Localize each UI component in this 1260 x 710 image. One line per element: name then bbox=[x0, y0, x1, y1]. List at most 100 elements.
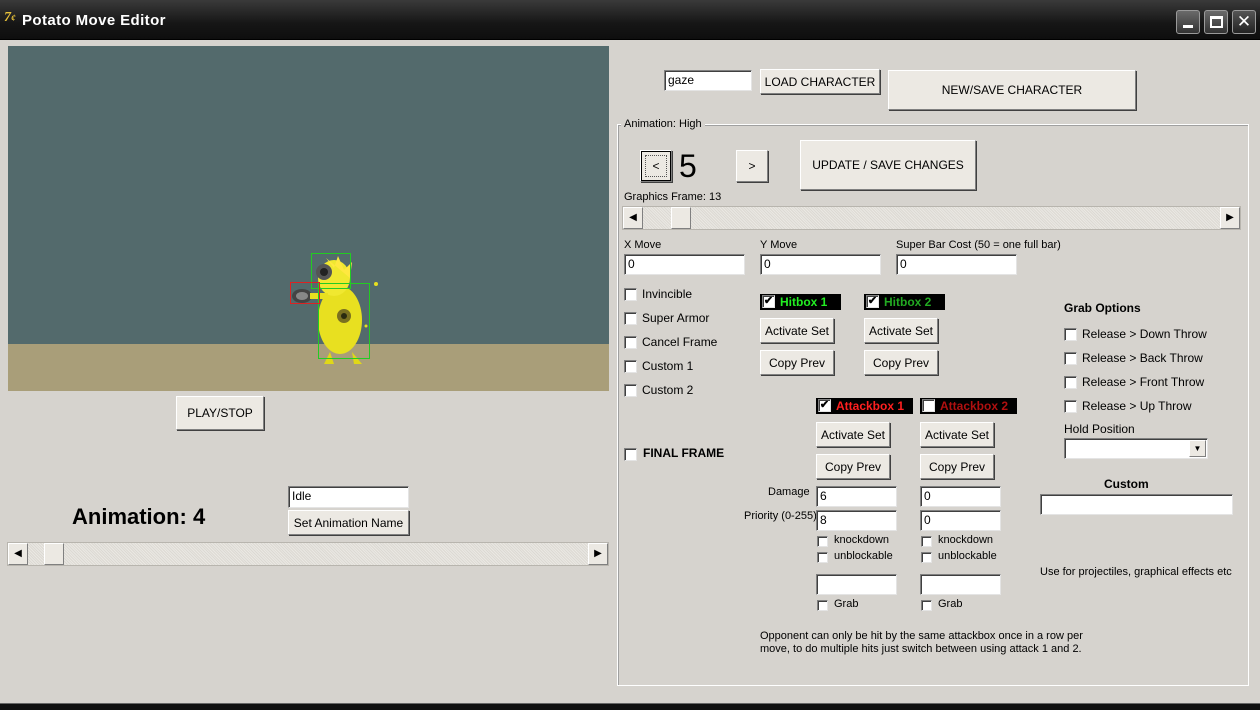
custom-1-checkbox[interactable] bbox=[624, 360, 637, 373]
attackbox-2-knockdown-label: knockdown bbox=[938, 534, 994, 546]
prev-frame-button[interactable]: < bbox=[640, 150, 672, 182]
scroll-right-arrow-icon[interactable]: ▶ bbox=[588, 543, 608, 565]
attackbox-1-grab-checkbox[interactable] bbox=[817, 600, 828, 611]
attackbox bbox=[290, 282, 320, 304]
play-stop-button[interactable]: PLAY/STOP bbox=[176, 396, 264, 430]
x-move-input[interactable]: 0 bbox=[624, 254, 745, 275]
title-bar: 7¢ Potato Move Editor ✕ bbox=[0, 0, 1260, 40]
chevron-right-icon: > bbox=[748, 159, 756, 173]
y-move-label: Y Move bbox=[760, 239, 798, 251]
hitbox-2-toggle[interactable]: ✔ Hitbox 2 bbox=[864, 294, 945, 310]
hitbox-2-copy-prev-button[interactable]: Copy Prev bbox=[864, 350, 938, 375]
groupbox-title: Animation: High bbox=[621, 118, 705, 130]
attackbox-2-unblockable-label: unblockable bbox=[938, 550, 997, 562]
minimize-icon bbox=[1183, 25, 1193, 28]
custom-note: Use for projectiles, graphical effects e… bbox=[1040, 566, 1232, 578]
attackbox-1-knockdown-checkbox[interactable] bbox=[817, 536, 828, 547]
super-armor-label: Super Armor bbox=[642, 311, 710, 325]
hitbox-body bbox=[318, 283, 370, 359]
super-bar-cost-input[interactable]: 0 bbox=[896, 254, 1017, 275]
new-save-character-button[interactable]: NEW/SAVE CHARACTER bbox=[888, 70, 1136, 110]
attackbox-1-grab-label: Grab bbox=[834, 598, 859, 610]
invincible-checkbox[interactable] bbox=[624, 288, 637, 301]
final-frame-checkbox[interactable] bbox=[624, 448, 637, 461]
hitbox-2-checkbox[interactable]: ✔ bbox=[866, 295, 879, 308]
custom-title: Custom bbox=[1104, 477, 1149, 491]
preview-canvas bbox=[8, 46, 609, 391]
attackbox-1-priority-input[interactable]: 8 bbox=[816, 510, 897, 531]
close-button[interactable]: ✕ bbox=[1232, 10, 1256, 34]
priority-label: Priority (0-255) bbox=[744, 510, 817, 522]
attackbox-2-grab-label: Grab bbox=[938, 598, 963, 610]
window-title: Potato Move Editor bbox=[22, 12, 166, 29]
attackbox-2-knockdown-checkbox[interactable] bbox=[921, 536, 932, 547]
hitbox-1-copy-prev-button[interactable]: Copy Prev bbox=[760, 350, 834, 375]
chevron-left-icon: < bbox=[645, 155, 667, 177]
attackbox-1-toggle[interactable]: ✔ Attackbox 1 bbox=[816, 398, 913, 414]
attackbox-2-toggle[interactable]: Attackbox 2 bbox=[920, 398, 1017, 414]
maximize-button[interactable] bbox=[1204, 10, 1228, 34]
hold-position-select[interactable]: ▼ bbox=[1064, 438, 1208, 459]
attackbox-1-damage-input[interactable]: 6 bbox=[816, 486, 897, 507]
attackbox-2-extra-input[interactable] bbox=[920, 574, 1001, 595]
grab-up-throw-checkbox[interactable] bbox=[1064, 400, 1077, 413]
attackbox-2-grab-checkbox[interactable] bbox=[921, 600, 932, 611]
grab-front-throw-label: Release > Front Throw bbox=[1082, 375, 1205, 389]
scroll-thumb[interactable] bbox=[44, 543, 64, 565]
attackbox-2-copy-prev-button[interactable]: Copy Prev bbox=[920, 454, 994, 479]
attackbox-1-unblockable-label: unblockable bbox=[834, 550, 893, 562]
hitbox-2-activate-button[interactable]: Activate Set bbox=[864, 318, 938, 343]
hitbox-1-label: Hitbox 1 bbox=[780, 295, 828, 309]
hitbox-1-activate-button[interactable]: Activate Set bbox=[760, 318, 834, 343]
attackbox-2-damage-input[interactable]: 0 bbox=[920, 486, 1001, 507]
hold-position-label: Hold Position bbox=[1064, 422, 1135, 436]
scroll-left-arrow-icon[interactable]: ◀ bbox=[623, 207, 643, 229]
grab-down-throw-checkbox[interactable] bbox=[1064, 328, 1077, 341]
graphics-frame-scrollbar[interactable]: ◀ ▶ bbox=[622, 206, 1241, 230]
attackbox-1-copy-prev-button[interactable]: Copy Prev bbox=[816, 454, 890, 479]
client-area: PLAY/STOP Animation: 4 Idle Set Animatio… bbox=[0, 40, 1260, 704]
grab-back-throw-label: Release > Back Throw bbox=[1082, 351, 1203, 365]
scroll-left-arrow-icon[interactable]: ◀ bbox=[8, 543, 28, 565]
minimize-button[interactable] bbox=[1176, 10, 1200, 34]
cancel-frame-label: Cancel Frame bbox=[642, 335, 718, 349]
close-icon: ✕ bbox=[1236, 12, 1252, 32]
taskbar bbox=[0, 703, 1260, 710]
attackbox-2-activate-button[interactable]: Activate Set bbox=[920, 422, 994, 447]
hitbox-1-checkbox[interactable]: ✔ bbox=[762, 295, 775, 308]
animation-name-input[interactable]: Idle bbox=[288, 486, 409, 508]
attackbox-1-extra-input[interactable] bbox=[816, 574, 897, 595]
attackbox-2-unblockable-checkbox[interactable] bbox=[921, 552, 932, 563]
app-icon: 7¢ bbox=[4, 10, 16, 25]
maximize-icon bbox=[1209, 16, 1223, 28]
cancel-frame-checkbox[interactable] bbox=[624, 336, 637, 349]
grab-back-throw-checkbox[interactable] bbox=[1064, 352, 1077, 365]
scroll-thumb[interactable] bbox=[671, 207, 691, 229]
super-armor-checkbox[interactable] bbox=[624, 312, 637, 325]
invincible-label: Invincible bbox=[642, 287, 693, 301]
attackbox-2-checkbox[interactable] bbox=[922, 399, 935, 412]
attackbox-1-checkbox[interactable]: ✔ bbox=[818, 399, 831, 412]
custom-2-checkbox[interactable] bbox=[624, 384, 637, 397]
grab-front-throw-checkbox[interactable] bbox=[1064, 376, 1077, 389]
custom-1-label: Custom 1 bbox=[642, 359, 694, 373]
chevron-down-icon[interactable]: ▼ bbox=[1189, 440, 1206, 457]
attackbox-1-activate-button[interactable]: Activate Set bbox=[816, 422, 890, 447]
load-character-button[interactable]: LOAD CHARACTER bbox=[760, 69, 880, 94]
y-move-input[interactable]: 0 bbox=[760, 254, 881, 275]
update-save-changes-button[interactable]: UPDATE / SAVE CHANGES bbox=[800, 140, 976, 190]
character-name-input[interactable]: gaze bbox=[664, 70, 752, 91]
animation-scrollbar[interactable]: ◀ ▶ bbox=[7, 542, 609, 566]
next-frame-button[interactable]: > bbox=[736, 150, 768, 182]
hitbox-2-label: Hitbox 2 bbox=[884, 295, 932, 309]
final-frame-label: FINAL FRAME bbox=[643, 446, 725, 460]
attackbox-1-knockdown-label: knockdown bbox=[834, 534, 890, 546]
set-animation-name-button[interactable]: Set Animation Name bbox=[288, 510, 409, 535]
hitbox-1-toggle[interactable]: ✔ Hitbox 1 bbox=[760, 294, 841, 310]
custom-input[interactable] bbox=[1040, 494, 1233, 515]
attackbox-1-unblockable-checkbox[interactable] bbox=[817, 552, 828, 563]
attackbox-2-priority-input[interactable]: 0 bbox=[920, 510, 1001, 531]
scroll-right-arrow-icon[interactable]: ▶ bbox=[1220, 207, 1240, 229]
custom-2-label: Custom 2 bbox=[642, 383, 694, 397]
attackbox-1-label: Attackbox 1 bbox=[836, 399, 905, 413]
